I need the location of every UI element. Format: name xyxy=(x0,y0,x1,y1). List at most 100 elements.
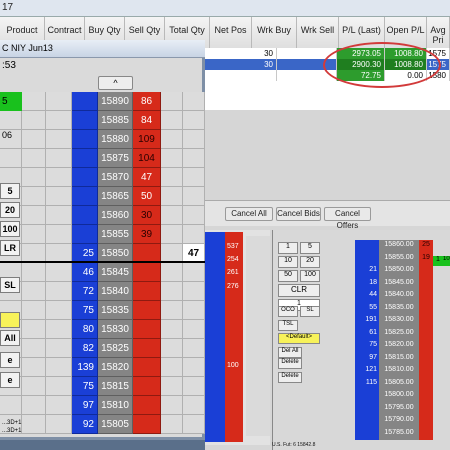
my-ask-cell[interactable] xyxy=(161,187,183,206)
del-all-button[interactable]: Del All xyxy=(278,347,302,358)
sl-button[interactable]: SL xyxy=(300,306,320,317)
bid-qty-cell[interactable]: 80 xyxy=(72,320,98,339)
qty-20-side-button[interactable]: 20 xyxy=(0,202,20,218)
ladder-row[interactable]: 46 15845 xyxy=(0,263,205,282)
my-bid-cell[interactable] xyxy=(46,206,72,225)
my-ask-cell[interactable] xyxy=(161,92,183,111)
bid-qty-cell[interactable] xyxy=(72,149,98,168)
ladder-row[interactable]: 15880 109 xyxy=(0,130,205,149)
bid-qty-cell[interactable]: 139 xyxy=(72,358,98,377)
ask-qty-cell[interactable]: 109 xyxy=(133,130,161,149)
delete-side-button-2[interactable]: e xyxy=(0,372,20,388)
ladder-row[interactable]: 92 15805 xyxy=(0,415,205,434)
ask-qty-cell[interactable] xyxy=(133,377,161,396)
my-ask-cell[interactable] xyxy=(161,282,183,301)
my-bid-cell[interactable] xyxy=(46,92,72,111)
bid-qty-cell[interactable]: 97 xyxy=(72,396,98,415)
ladder-row[interactable]: 15875 104 xyxy=(0,149,205,168)
my-ask-cell[interactable] xyxy=(161,111,183,130)
ask-qty-cell[interactable] xyxy=(133,320,161,339)
delete-side-button[interactable]: e xyxy=(0,352,20,368)
my-ask-cell[interactable] xyxy=(161,206,183,225)
ask-qty-cell[interactable]: 84 xyxy=(133,111,161,130)
ladder-row[interactable]: 15860 30 xyxy=(0,206,205,225)
my-ask-cell[interactable] xyxy=(161,396,183,415)
my-ask-cell[interactable] xyxy=(161,320,183,339)
qty-5-button[interactable]: 5 xyxy=(300,242,320,254)
my-ask-cell[interactable] xyxy=(161,301,183,320)
ask-qty-cell[interactable]: 50 xyxy=(133,187,161,206)
ladder-row[interactable]: 80 15830 xyxy=(0,320,205,339)
ladder-row[interactable]: 15890 86 xyxy=(0,92,205,111)
clear-side-button[interactable]: LR xyxy=(0,240,20,256)
my-ask-cell[interactable] xyxy=(161,168,183,187)
oco-button[interactable]: OCO xyxy=(278,306,298,317)
my-bid-cell[interactable] xyxy=(46,263,72,282)
bid-qty-cell[interactable] xyxy=(72,206,98,225)
bid-qty-cell[interactable] xyxy=(72,168,98,187)
my-ask-cell[interactable] xyxy=(161,225,183,244)
cancel-all-button[interactable]: Cancel All xyxy=(225,207,273,221)
default-dropdown[interactable]: <Default> xyxy=(278,333,320,344)
my-ask-cell[interactable] xyxy=(161,358,183,377)
bid-qty-cell[interactable] xyxy=(72,111,98,130)
my-bid-cell[interactable] xyxy=(46,415,72,434)
bid-qty-cell[interactable]: 72 xyxy=(72,282,98,301)
my-bid-cell[interactable] xyxy=(46,130,72,149)
qty-100-button[interactable]: 100 xyxy=(300,270,320,282)
cancel-bids-button[interactable]: Cancel Bids xyxy=(276,207,321,221)
delete-button-2[interactable]: Delete xyxy=(278,372,302,383)
my-bid-cell[interactable] xyxy=(46,320,72,339)
bid-qty-cell[interactable] xyxy=(72,130,98,149)
ask-qty-cell[interactable]: 39 xyxy=(133,225,161,244)
ladder-row[interactable]: 15885 84 xyxy=(0,111,205,130)
my-ask-cell[interactable] xyxy=(161,377,183,396)
qty-20-button[interactable]: 20 xyxy=(300,256,320,268)
bid-qty-cell[interactable] xyxy=(72,92,98,111)
my-bid-cell[interactable] xyxy=(46,301,72,320)
ask-qty-cell[interactable] xyxy=(133,301,161,320)
ladder-row[interactable]: 75 15815 xyxy=(0,377,205,396)
my-ask-cell[interactable] xyxy=(161,415,183,434)
bid-qty-cell[interactable]: 92 xyxy=(72,415,98,434)
ladder-row[interactable]: 82 15825 xyxy=(0,339,205,358)
tsl-button[interactable]: TSL xyxy=(278,320,298,331)
my-bid-cell[interactable] xyxy=(46,111,72,130)
del-all-side-button[interactable]: All xyxy=(0,330,20,346)
bid-qty-cell[interactable] xyxy=(72,187,98,206)
ask-qty-cell[interactable]: 47 xyxy=(133,168,161,187)
bid-qty-cell[interactable]: 75 xyxy=(72,301,98,320)
delete-button[interactable]: Delete xyxy=(278,358,302,369)
my-bid-cell[interactable] xyxy=(46,339,72,358)
ladder-row[interactable]: 139 15820 xyxy=(0,358,205,377)
order-type-dropdown[interactable] xyxy=(0,312,20,328)
my-bid-cell[interactable] xyxy=(46,149,72,168)
my-bid-cell[interactable] xyxy=(46,168,72,187)
ladder-row[interactable]: 15865 50 xyxy=(0,187,205,206)
bid-qty-cell[interactable]: 75 xyxy=(72,377,98,396)
ask-qty-cell[interactable]: 86 xyxy=(133,92,161,111)
ask-qty-cell[interactable] xyxy=(133,396,161,415)
bid-qty-cell[interactable] xyxy=(72,225,98,244)
ladder-row[interactable]: 15870 47 xyxy=(0,168,205,187)
my-bid-cell[interactable] xyxy=(46,358,72,377)
ask-qty-cell[interactable]: 104 xyxy=(133,149,161,168)
ask-qty-cell[interactable] xyxy=(133,415,161,434)
ladder-row[interactable]: 75 15835 xyxy=(0,301,205,320)
bid-qty-cell[interactable]: 82 xyxy=(72,339,98,358)
my-bid-cell[interactable] xyxy=(46,377,72,396)
my-bid-cell[interactable] xyxy=(46,225,72,244)
clear-button[interactable]: CLR xyxy=(278,284,320,297)
bid-qty-cell[interactable]: 46 xyxy=(72,263,98,282)
my-bid-cell[interactable] xyxy=(46,282,72,301)
cancel-offers-button[interactable]: Cancel Offers xyxy=(324,207,371,230)
ladder-row[interactable]: 72 15840 xyxy=(0,282,205,301)
sl-side-button[interactable]: SL xyxy=(0,277,20,293)
qty-50-button[interactable]: 50 xyxy=(278,270,298,282)
qty-5-side-button[interactable]: 5 xyxy=(0,183,20,199)
my-ask-cell[interactable] xyxy=(161,149,183,168)
my-ask-cell[interactable] xyxy=(161,263,183,282)
my-bid-cell[interactable] xyxy=(46,396,72,415)
qty-100-side-button[interactable]: 100 xyxy=(0,221,20,237)
scroll-up-button[interactable]: ^ xyxy=(98,76,133,90)
